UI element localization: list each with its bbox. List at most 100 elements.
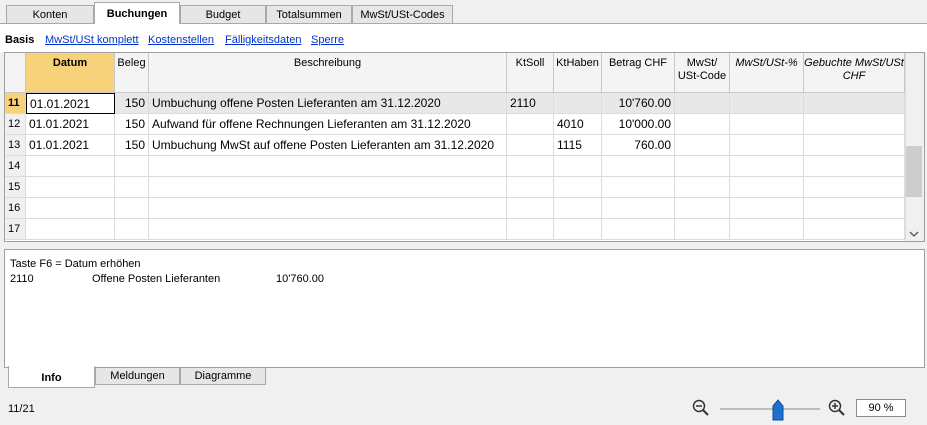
cell-datum[interactable]: [26, 156, 115, 177]
cell-betrag[interactable]: [602, 156, 675, 177]
header-beleg[interactable]: Beleg: [115, 53, 149, 93]
zoom-slider[interactable]: [720, 408, 820, 410]
cell-datum[interactable]: 01.01.2021: [26, 114, 115, 135]
row-number[interactable]: 16: [5, 198, 26, 219]
cell-mwst-code[interactable]: [675, 219, 730, 240]
cell-betrag[interactable]: [602, 177, 675, 198]
zoom-in-icon[interactable]: [828, 399, 846, 417]
tab-buchungen[interactable]: Buchungen: [94, 2, 180, 24]
cell-beschreibung[interactable]: [149, 219, 507, 240]
cell-gebuchte-mwst[interactable]: [804, 93, 905, 114]
cell-ktsoll[interactable]: [507, 219, 554, 240]
cell-kthaben[interactable]: 1115: [554, 135, 602, 156]
cell-beleg[interactable]: [115, 156, 149, 177]
header-beschreibung[interactable]: Beschreibung: [149, 53, 507, 93]
cell-mwst-pct[interactable]: [730, 177, 804, 198]
cell-ktsoll[interactable]: [507, 198, 554, 219]
cell-beschreibung[interactable]: [149, 177, 507, 198]
cell-beschreibung[interactable]: Umbuchung offene Posten Lieferanten am 3…: [149, 93, 507, 114]
cell-beleg[interactable]: 150: [115, 93, 149, 114]
cell-ktsoll[interactable]: [507, 114, 554, 135]
header-gebuchte-mwst[interactable]: Gebuchte MwSt/USt CHF: [804, 53, 905, 93]
cell-beschreibung[interactable]: [149, 198, 507, 219]
tab-totalsummen[interactable]: Totalsummen: [266, 5, 352, 23]
zoom-out-icon[interactable]: [692, 399, 710, 417]
cell-gebuchte-mwst[interactable]: [804, 114, 905, 135]
cell-mwst-pct[interactable]: [730, 219, 804, 240]
cell-mwst-code[interactable]: [675, 93, 730, 114]
cell-mwst-code[interactable]: [675, 177, 730, 198]
tab-konten[interactable]: Konten: [6, 5, 94, 23]
cell-beleg[interactable]: [115, 198, 149, 219]
cell-gebuchte-mwst[interactable]: [804, 198, 905, 219]
cell-datum[interactable]: [26, 177, 115, 198]
cell-mwst-pct[interactable]: [730, 198, 804, 219]
table-row[interactable]: 14: [5, 156, 905, 177]
header-ktsoll[interactable]: KtSoll: [507, 53, 554, 93]
header-mwst-pct[interactable]: MwSt/USt-%: [730, 53, 804, 93]
cell-mwst-pct[interactable]: [730, 135, 804, 156]
cell-mwst-pct[interactable]: [730, 114, 804, 135]
header-kthaben[interactable]: KtHaben: [554, 53, 602, 93]
row-number[interactable]: 15: [5, 177, 26, 198]
cell-datum[interactable]: [26, 219, 115, 240]
cell-gebuchte-mwst[interactable]: [804, 177, 905, 198]
cell-kthaben[interactable]: [554, 219, 602, 240]
tab-mwst-codes[interactable]: MwSt/USt-Codes: [352, 5, 453, 23]
cell-betrag[interactable]: 760.00: [602, 135, 675, 156]
table-row[interactable]: 15: [5, 177, 905, 198]
cell-betrag[interactable]: [602, 198, 675, 219]
cell-beleg[interactable]: 150: [115, 114, 149, 135]
cell-beleg[interactable]: [115, 219, 149, 240]
cell-kthaben[interactable]: [554, 198, 602, 219]
cell-ktsoll[interactable]: 2110: [507, 93, 554, 114]
cell-beleg[interactable]: 150: [115, 135, 149, 156]
tab-diagramme[interactable]: Diagramme: [180, 368, 266, 385]
cell-mwst-code[interactable]: [675, 135, 730, 156]
tab-meldungen[interactable]: Meldungen: [95, 368, 180, 385]
tab-info[interactable]: Info: [8, 366, 95, 388]
header-datum[interactable]: Datum: [26, 53, 115, 93]
view-faelligkeitsdaten[interactable]: Fälligkeitsdaten: [225, 34, 301, 46]
cell-mwst-pct[interactable]: [730, 156, 804, 177]
cell-ktsoll[interactable]: [507, 177, 554, 198]
view-basis[interactable]: Basis: [5, 34, 34, 46]
zoom-level-field[interactable]: 90 %: [856, 399, 906, 417]
cell-kthaben[interactable]: [554, 93, 602, 114]
cell-mwst-pct[interactable]: [730, 93, 804, 114]
cell-beschreibung[interactable]: Umbuchung MwSt auf offene Posten Liefera…: [149, 135, 507, 156]
cell-gebuchte-mwst[interactable]: [804, 219, 905, 240]
cell-kthaben[interactable]: [554, 177, 602, 198]
cell-gebuchte-mwst[interactable]: [804, 135, 905, 156]
cell-datum[interactable]: 01.01.2021: [26, 135, 115, 156]
view-kostenstellen[interactable]: Kostenstellen: [148, 34, 214, 46]
cell-betrag[interactable]: 10'000.00: [602, 114, 675, 135]
table-row[interactable]: 16: [5, 198, 905, 219]
cell-betrag[interactable]: 10'760.00: [602, 93, 675, 114]
row-number[interactable]: 14: [5, 156, 26, 177]
header-mwst-code[interactable]: MwSt/ USt-Code: [675, 53, 730, 93]
scrollbar-thumb[interactable]: [906, 146, 922, 197]
table-row[interactable]: 12 01.01.2021 150 Aufwand für offene Rechnu…: [5, 114, 905, 135]
cell-gebuchte-mwst[interactable]: [804, 156, 905, 177]
cell-datum[interactable]: 01.01.2021: [26, 93, 115, 114]
cell-beleg[interactable]: [115, 177, 149, 198]
cell-kthaben[interactable]: [554, 156, 602, 177]
tab-budget[interactable]: Budget: [180, 5, 266, 23]
view-mwst-komplett[interactable]: MwSt/USt komplett: [45, 34, 139, 46]
row-number[interactable]: 13: [5, 135, 26, 156]
cell-mwst-code[interactable]: [675, 114, 730, 135]
cell-mwst-code[interactable]: [675, 198, 730, 219]
cell-ktsoll[interactable]: [507, 135, 554, 156]
cell-kthaben[interactable]: 4010: [554, 114, 602, 135]
table-row[interactable]: 17: [5, 219, 905, 240]
row-number[interactable]: 17: [5, 219, 26, 240]
cell-betrag[interactable]: [602, 219, 675, 240]
cell-beschreibung[interactable]: [149, 156, 507, 177]
cell-datum[interactable]: [26, 198, 115, 219]
zoom-slider-thumb[interactable]: [772, 399, 784, 421]
view-sperre[interactable]: Sperre: [311, 34, 344, 46]
row-number[interactable]: 11: [5, 93, 26, 114]
table-row[interactable]: 11 01.01.2021 150 Umbuchung offene Posten L…: [5, 93, 905, 114]
table-row[interactable]: 13 01.01.2021 150 Umbuchung MwSt auf offene…: [5, 135, 905, 156]
